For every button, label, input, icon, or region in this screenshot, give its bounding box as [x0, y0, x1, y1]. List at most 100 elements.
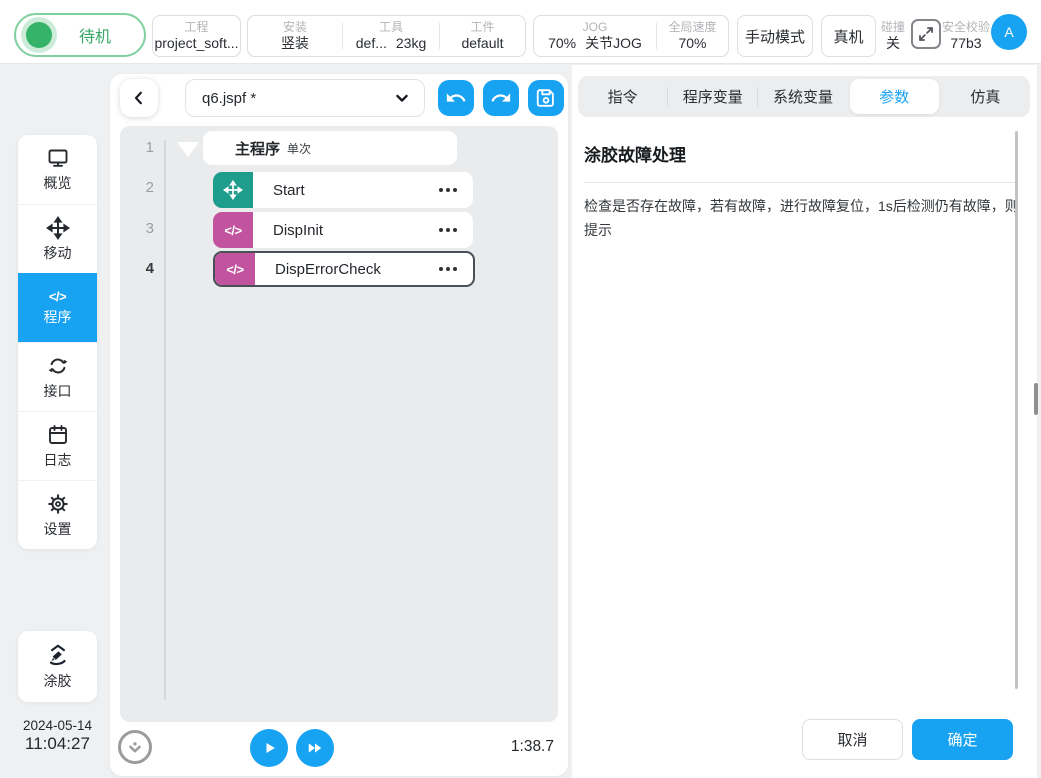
sidebar-item-label: 涂胶 — [43, 673, 72, 689]
sidebar-item-label: 概览 — [43, 175, 72, 191]
detail-tab-bar: 指令 程序变量 系统变量 参数 仿真 — [578, 76, 1030, 117]
sidebar-nav: 概览 移动 </> 程序 接口 日志 设置 — [18, 135, 97, 549]
workpiece-label: 工件 — [470, 20, 495, 34]
jog-label: JOG — [582, 20, 608, 34]
code-icon: </> — [48, 289, 67, 304]
collision-label: 碰撞 — [880, 20, 905, 34]
sidebar-item-settings[interactable]: 设置 — [18, 480, 97, 549]
expand-arrows-icon — [919, 27, 933, 41]
manual-mode-button[interactable]: 手动模式 — [737, 15, 813, 57]
sidebar-item-label: 移动 — [43, 244, 72, 261]
mount-selector[interactable]: 安装 竖装 — [248, 16, 342, 56]
line-number: 2 — [145, 179, 154, 196]
sidebar-item-glue[interactable]: 涂胶 — [18, 631, 97, 702]
tool-value: def... — [355, 35, 387, 51]
chevron-down-icon — [396, 94, 408, 102]
run-program-button[interactable] — [250, 729, 288, 767]
jog-group: JOG 70% 关节JOG 全局速度 70% — [533, 15, 729, 57]
status-label: 待机 — [78, 29, 111, 46]
workpiece-value: default — [461, 35, 504, 51]
workpiece-selector[interactable]: 工件 default — [440, 16, 525, 56]
jog-percent: 70% — [548, 35, 577, 51]
tool-selector[interactable]: 工具 def... 23kg — [343, 16, 439, 56]
sidebar-item-program[interactable]: </> 程序 — [18, 273, 97, 342]
undo-button[interactable] — [438, 80, 474, 116]
safety-check-indicator[interactable]: 安全校验 77b3 — [942, 15, 991, 57]
indent-guide — [164, 140, 166, 700]
window-scrollbar[interactable] — [1034, 383, 1038, 415]
more-options-icon[interactable] — [439, 188, 473, 192]
collapse-panel-button[interactable] — [118, 730, 152, 764]
tab-simulation[interactable]: 仿真 — [941, 76, 1030, 117]
jog-mode: 关节JOG — [585, 35, 642, 51]
program-row-start[interactable]: Start — [213, 172, 473, 208]
line-number: 1 — [145, 139, 154, 156]
tab-program-variables[interactable]: 程序变量 — [668, 76, 757, 117]
sidebar-item-move[interactable]: 移动 — [18, 204, 97, 273]
clock: 2024-05-14 11:04:27 — [8, 717, 107, 754]
tab-instruction[interactable]: 指令 — [578, 76, 667, 117]
program-file-name: q6.jspf * — [202, 89, 257, 107]
setup-group: 安装 竖装 工具 def... 23kg 工件 default — [247, 15, 526, 57]
undo-icon — [446, 93, 466, 102]
more-options-icon[interactable] — [439, 228, 473, 232]
command-label: DispInit — [273, 221, 324, 239]
tool-weight: 23kg — [395, 35, 427, 51]
run-time-display: 1:38.7 — [510, 738, 554, 755]
save-button[interactable] — [528, 80, 564, 116]
move-command-icon — [213, 172, 253, 208]
redo-button[interactable] — [483, 80, 519, 116]
more-options-icon[interactable] — [439, 267, 473, 271]
main-program-mode: 单次 — [287, 141, 312, 156]
real-robot-button[interactable]: 真机 — [821, 15, 876, 57]
project-label: 工程 — [184, 20, 209, 34]
fast-forward-icon — [308, 743, 322, 753]
move-arrows-icon — [45, 215, 70, 240]
main-program-title: 主程序 — [235, 140, 281, 158]
robot-status-button[interactable]: 待机 — [14, 13, 146, 57]
safety-check-label: 安全校验 — [942, 20, 991, 34]
fullscreen-button[interactable] — [911, 19, 941, 49]
collision-toggle[interactable]: 碰撞 关 — [876, 15, 910, 57]
collapse-triangle-icon[interactable] — [177, 142, 199, 157]
user-avatar[interactable]: A — [991, 14, 1027, 50]
glue-gun-icon — [49, 644, 66, 666]
step-forward-button[interactable] — [296, 729, 334, 767]
project-value: project_soft... — [154, 35, 239, 51]
sidebar-item-label: 接口 — [43, 382, 72, 399]
global-speed-value: 70% — [678, 35, 707, 51]
panel-scrollbar[interactable] — [1015, 131, 1018, 689]
current-time: 11:04:27 — [25, 734, 90, 753]
sidebar-item-log[interactable]: 日志 — [18, 411, 97, 480]
save-icon — [536, 89, 554, 107]
current-date: 2024-05-14 — [22, 718, 93, 733]
sidebar-item-overview[interactable]: 概览 — [18, 135, 97, 204]
program-row-dispinit[interactable]: </> DispInit — [213, 212, 473, 248]
tab-system-variables[interactable]: 系统变量 — [758, 76, 847, 117]
sidebar-item-label: 日志 — [43, 451, 72, 468]
confirm-button[interactable]: 确定 — [912, 719, 1013, 760]
tab-parameters[interactable]: 参数 — [849, 79, 939, 114]
global-speed-selector[interactable]: 全局速度 70% — [657, 16, 728, 56]
cancel-button[interactable]: 取消 — [802, 719, 903, 760]
tool-label: 工具 — [378, 20, 403, 34]
script-command-icon: </> — [213, 212, 253, 248]
mount-label: 安装 — [282, 20, 307, 34]
project-selector[interactable]: 工程 project_soft... — [152, 15, 241, 57]
jog-selector[interactable]: JOG 70% 关节JOG — [534, 16, 656, 56]
top-status-bar: 待机 工程 project_soft... 安装 竖装 工具 def... 23… — [0, 0, 1041, 64]
parameter-title: 涂胶故障处理 — [584, 146, 686, 165]
global-speed-label: 全局速度 — [668, 20, 717, 34]
mount-value: 竖装 — [281, 35, 309, 51]
sidebar-item-interface[interactable]: 接口 — [18, 342, 97, 411]
gear-icon — [47, 493, 68, 514]
play-icon — [266, 743, 275, 753]
safety-check-value: 77b3 — [950, 35, 982, 51]
back-button[interactable] — [120, 79, 158, 117]
program-file-dropdown[interactable]: q6.jspf * — [185, 79, 425, 117]
program-row-disperrorcheck[interactable]: </> DispErrorCheck — [213, 251, 475, 287]
program-row-main[interactable]: 主程序 单次 — [203, 131, 457, 165]
script-command-icon: </> — [215, 253, 255, 285]
program-editor-panel: q6.jspf * 1 2 3 4 主程序 单次 Start </> DispI… — [110, 74, 568, 776]
monitor-icon — [48, 149, 67, 167]
